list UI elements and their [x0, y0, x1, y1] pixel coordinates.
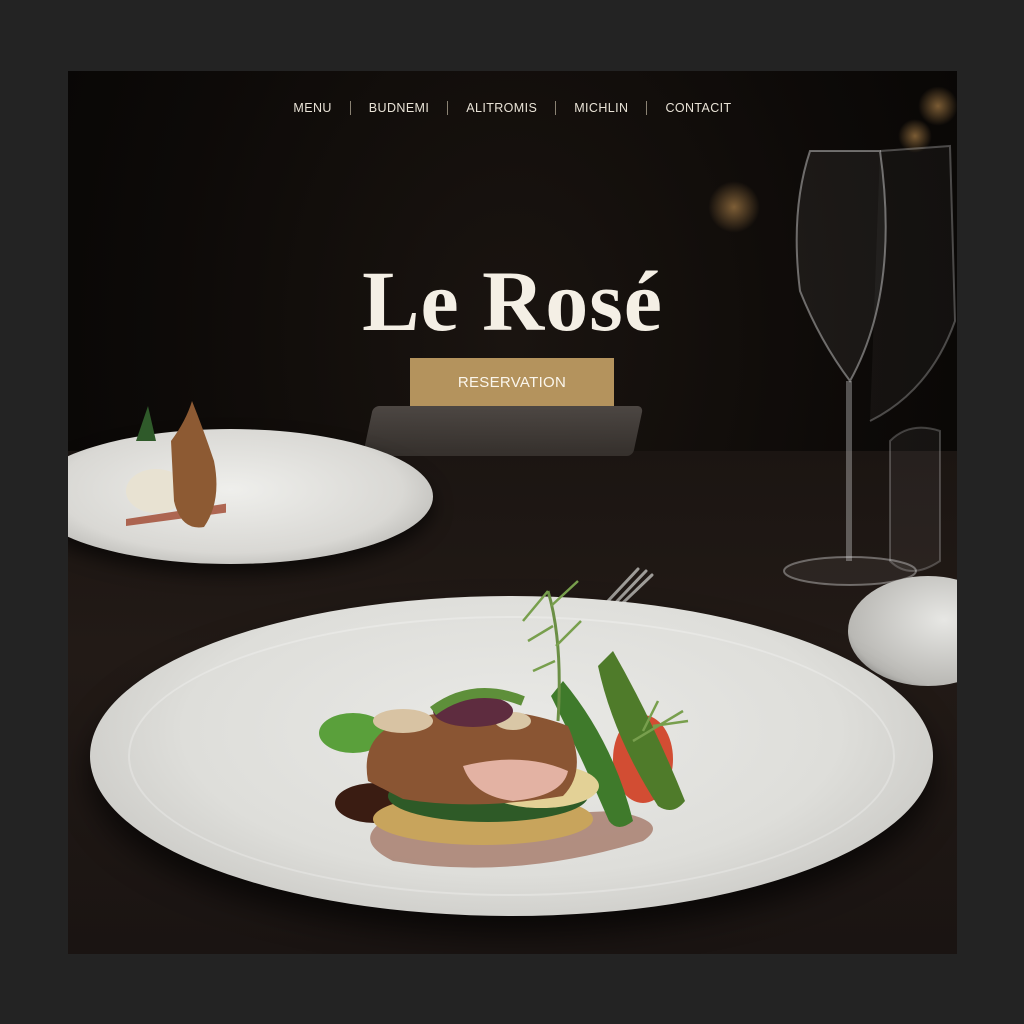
main-dish-image	[319, 580, 689, 868]
nav-item-budnemi[interactable]: BUDNEMI	[351, 101, 447, 115]
hero-frame: MENU BUDNEMI ALITROMIS MICHLIN CONTACIT …	[68, 71, 957, 954]
nav-item-contacit[interactable]: CONTACIT	[647, 101, 749, 115]
background-dish-image	[126, 401, 226, 528]
nav-item-michlin[interactable]: MICHLIN	[556, 101, 646, 115]
reservation-button[interactable]: RESERVATION	[410, 358, 614, 406]
bokeh-light	[708, 181, 760, 233]
brand-title: Le Rosé	[362, 252, 663, 349]
nav-item-alitromis[interactable]: ALITROMIS	[448, 101, 555, 115]
napkin-image	[362, 406, 644, 456]
top-navigation: MENU BUDNEMI ALITROMIS MICHLIN CONTACIT	[68, 101, 957, 115]
wine-glass-image	[783, 144, 957, 586]
nav-item-menu[interactable]: MENU	[275, 101, 349, 115]
